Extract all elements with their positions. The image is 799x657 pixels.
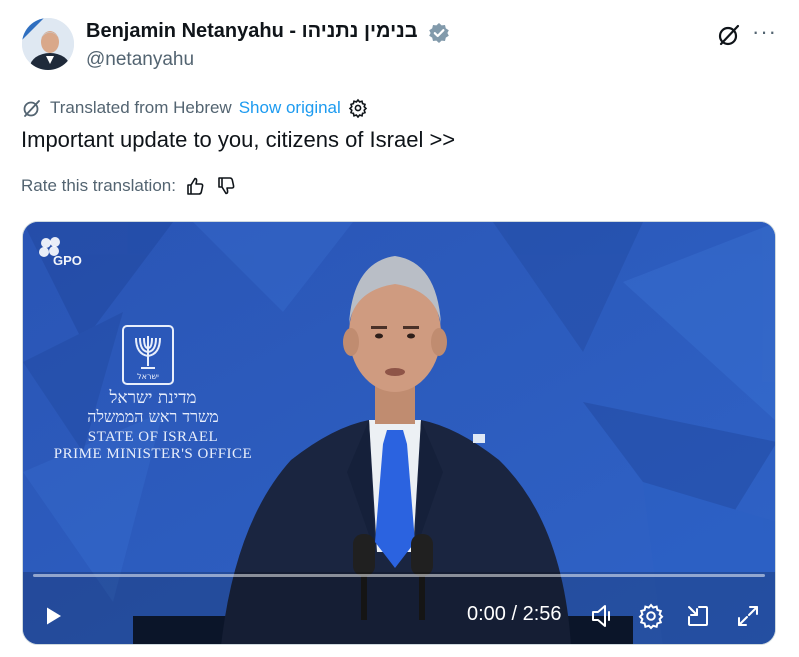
emblem-caption: ישראל bbox=[137, 372, 159, 381]
backdrop-hebrew-line-2: משרד ראש הממשלה bbox=[87, 407, 219, 426]
video-time-display: 0:00 / 2:56 bbox=[467, 603, 562, 625]
translation-row: Translated from Hebrew Show original bbox=[22, 96, 368, 120]
play-icon[interactable] bbox=[41, 604, 65, 628]
translation-settings-gear-icon[interactable] bbox=[348, 98, 368, 118]
backdrop-hebrew-line-1: מדינת ישראל bbox=[109, 388, 197, 408]
video-progress-bar[interactable] bbox=[33, 574, 765, 577]
author-name[interactable]: Benjamin Netanyahu - בנימין נתניהו bbox=[86, 20, 418, 43]
volume-muted-icon[interactable] bbox=[589, 602, 617, 630]
backdrop-english-line-2: PRIME MINISTER'S OFFICE bbox=[53, 446, 253, 462]
translated-label: Translated from Hebrew bbox=[50, 98, 232, 117]
gpo-watermark-text: GPO bbox=[53, 253, 82, 268]
thumbs-up-icon[interactable] bbox=[185, 176, 205, 196]
grok-icon[interactable] bbox=[716, 22, 742, 48]
translate-icon bbox=[23, 100, 40, 117]
rate-translation-label: Rate this translation: bbox=[21, 176, 176, 195]
tweet-text: Important update to you, citizens of Isr… bbox=[21, 127, 456, 152]
rate-translation-row: Rate this translation: bbox=[21, 176, 236, 196]
state-emblem-icon: ישראל bbox=[122, 325, 174, 385]
video-settings-gear-icon[interactable] bbox=[637, 602, 665, 630]
verified-badge-icon bbox=[429, 23, 449, 43]
fullscreen-icon[interactable] bbox=[735, 603, 761, 629]
thumbs-down-icon[interactable] bbox=[216, 176, 236, 196]
author-handle[interactable]: @netanyahu bbox=[86, 49, 194, 71]
more-options-button[interactable]: ··· bbox=[752, 21, 777, 43]
show-original-link[interactable]: Show original bbox=[239, 98, 341, 118]
video-player[interactable]: GPO ישראל מדינת ישראל משרד ראש הממשלה ST… bbox=[22, 221, 776, 645]
picture-in-picture-icon[interactable] bbox=[685, 603, 711, 629]
backdrop-english-line-1: STATE OF ISRAEL bbox=[87, 429, 219, 445]
author-avatar[interactable] bbox=[22, 18, 74, 70]
gpo-watermark-logo: GPO bbox=[39, 237, 82, 268]
